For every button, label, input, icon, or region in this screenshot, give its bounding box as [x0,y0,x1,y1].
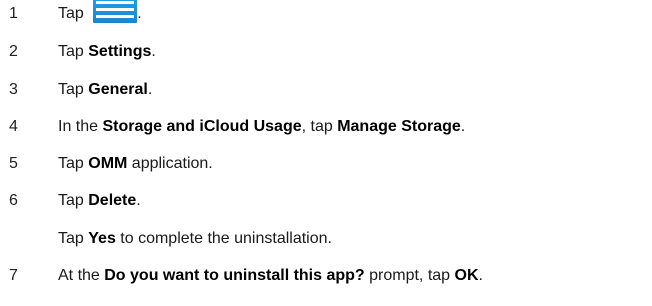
step-text: Tap General. [58,81,152,99]
step-text-part: . [478,267,483,284]
step-number: 4 [9,118,18,135]
step-text-part: Tap [58,43,89,60]
hamburger-menu-icon [93,0,138,23]
ui-term: Storage and iCloud Usage [102,118,302,135]
step-text-part: Tap [58,81,89,98]
step-text-part: Tap [58,5,89,22]
step-text-part: Tap [58,192,89,209]
step-number: 1 [9,5,18,22]
instruction-steps: 1 Tap . 2 Tap Settings. 3 Tap General. 4… [0,0,652,306]
step-text: Tap Settings. [58,43,156,61]
ui-term: Yes [88,230,116,247]
step-text-part: prompt, tap [364,267,455,284]
step-number: 6 [9,192,18,209]
ui-term: General [88,81,148,98]
step-text: Tap . [58,0,142,29]
ui-term: OK [454,267,479,284]
step-number: 3 [9,81,18,98]
step-text: Tap Yes to complete the uninstallation. [58,230,332,248]
step-text-part: application. [127,155,213,172]
step-text: Tap Delete. [58,192,141,210]
step-text-part: . [136,192,141,209]
step-text: In the Storage and iCloud Usage, tap Man… [58,118,465,136]
step-text-part: . [137,5,142,22]
step-text-part: Tap [58,230,89,247]
step-number: 2 [9,43,18,60]
ui-term: OMM [88,155,128,172]
ui-term: Settings [88,43,152,60]
step-number: 5 [9,155,18,172]
step-text-part: . [460,118,466,135]
step-text-part: to complete the uninstallation. [115,230,332,247]
ui-term: Delete [88,192,137,209]
step-text-part: . [147,81,153,98]
step-text-part: , tap [301,118,338,135]
step-text: At the Do you want to uninstall this app… [58,267,483,285]
step-text-part: In the [58,118,103,135]
step-text-part: Tap [58,155,89,172]
step-number: 7 [9,267,18,284]
step-text: Tap OMM application. [58,155,213,173]
ui-term: Manage Storage [337,118,461,135]
step-text-part: At the [58,267,105,284]
ui-term: Do you want to uninstall this app? [104,267,365,284]
step-text-part: . [151,43,156,60]
